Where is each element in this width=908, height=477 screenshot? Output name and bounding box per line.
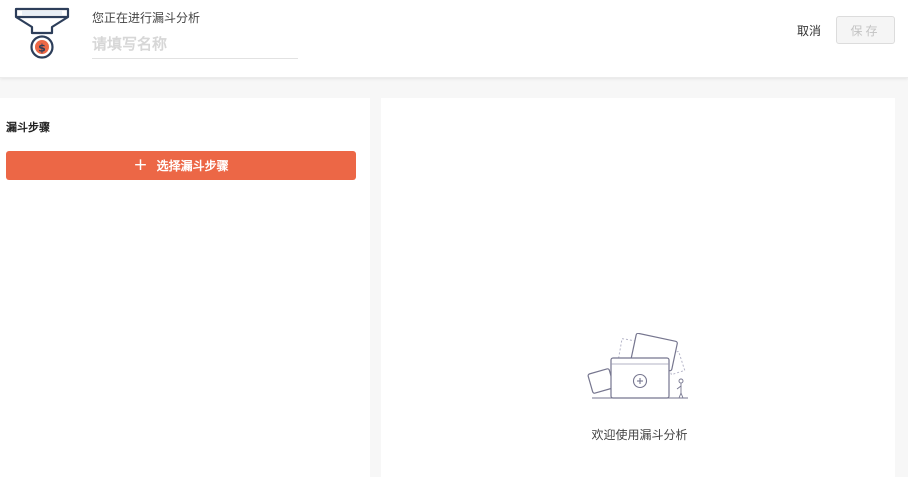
plus-icon: + xyxy=(133,155,148,175)
select-step-label: 选择漏斗步骤 xyxy=(156,159,229,173)
page-subtitle: 您正在进行漏斗分析 xyxy=(92,11,201,25)
select-step-button[interactable]: + 选择漏斗步骤 xyxy=(6,151,356,180)
empty-folder-illustration xyxy=(587,333,688,399)
funnel-steps-panel: 漏斗步骤 + 选择漏斗步骤 xyxy=(0,98,370,477)
empty-state-text: 欢迎使用漏斗分析 xyxy=(591,428,688,442)
steps-title: 漏斗步骤 xyxy=(6,121,50,134)
analysis-panel: 欢迎使用漏斗分析 xyxy=(381,98,895,477)
name-input[interactable] xyxy=(92,33,298,59)
svg-text:$: $ xyxy=(38,42,46,55)
save-button[interactable]: 保存 xyxy=(836,16,895,44)
cancel-button[interactable]: 取消 xyxy=(787,18,831,42)
funnel-logo-icon: $ xyxy=(14,7,70,59)
top-header: $ 您正在进行漏斗分析 取消 保存 xyxy=(0,0,908,78)
